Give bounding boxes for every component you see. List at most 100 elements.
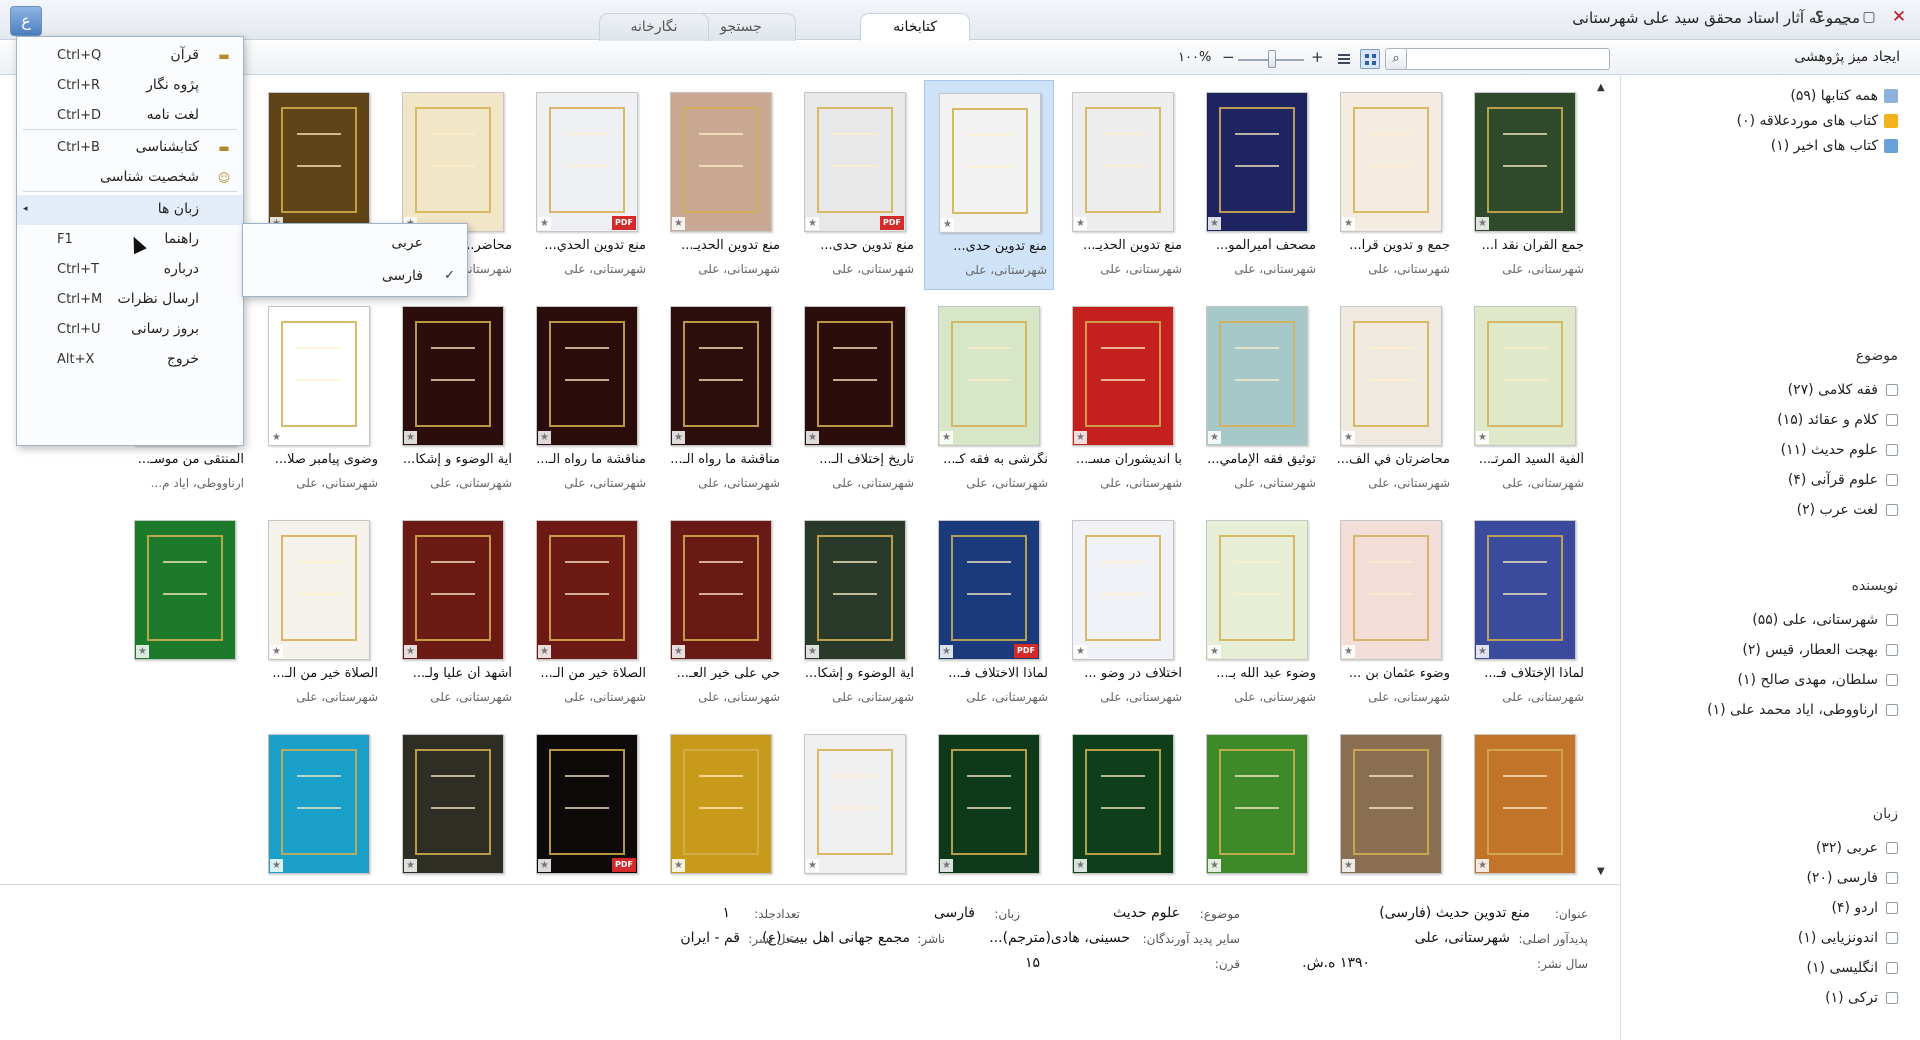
book-cover[interactable]: ★ [268, 306, 370, 446]
checkbox[interactable] [1886, 614, 1898, 626]
favorite-star-icon[interactable]: ★ [404, 431, 417, 444]
book-cover[interactable]: ★ [536, 306, 638, 446]
maximize-button[interactable]: ▢ [1858, 6, 1880, 28]
book-item[interactable]: ★ تاريخ إختلاف الـ... شهرستانی، علی [790, 294, 920, 504]
book-cover[interactable]: ★ [938, 734, 1040, 874]
book-cover[interactable]: ★ [268, 734, 370, 874]
favorite-star-icon[interactable]: ★ [941, 218, 954, 231]
checkbox[interactable] [1886, 444, 1898, 456]
book-cover[interactable]: ★ [1072, 734, 1174, 874]
favorite-star-icon[interactable]: ★ [806, 645, 819, 658]
filter-option[interactable]: اندونزیایی (۱) [1798, 930, 1898, 946]
close-button[interactable]: ✕ [1888, 6, 1910, 28]
book-item[interactable]: ★ PDF منع تدوين الحدي... شهرستانی، علی [522, 80, 652, 290]
checkbox[interactable] [1886, 902, 1898, 914]
menu-item[interactable]: ☺ شخصیت شناسی [17, 163, 243, 193]
book-item[interactable]: ★ نگرشی به فقه کـ... شهرستانی، علی [924, 294, 1054, 504]
menu-item[interactable]: ▬ قرآن Ctrl+Q [17, 41, 243, 71]
book-item[interactable]: ★ [254, 722, 384, 880]
filter-option[interactable]: عربی (۳۲) [1816, 840, 1898, 856]
book-item[interactable]: ★ با اندیشوران مسـ... شهرستانی، علی [1058, 294, 1188, 504]
filter-option[interactable]: علوم حدیث (۱۱) [1781, 442, 1898, 458]
filter-option[interactable]: اردو (۴) [1831, 900, 1898, 916]
list-view-button[interactable] [1334, 49, 1354, 69]
favorite-star-icon[interactable]: ★ [806, 431, 819, 444]
book-item[interactable]: ★ PDF لماذا الاختلاف فـ... شهرستانی، علی [924, 508, 1054, 718]
new-research-desk-button[interactable]: ایجاد میز پژوهشی [1794, 49, 1900, 65]
zoom-out-button[interactable]: − [1222, 48, 1235, 66]
language-option-arabic[interactable]: عربی [243, 229, 467, 259]
book-item[interactable]: ★ [790, 722, 920, 880]
book-cover[interactable]: ★ [670, 520, 772, 660]
favorite-star-icon[interactable]: ★ [404, 645, 417, 658]
favorite-star-icon[interactable]: ★ [1342, 217, 1355, 230]
scroll-up-arrow-icon[interactable]: ▲ [1597, 82, 1605, 93]
search-icon[interactable]: ⌕ [1385, 48, 1407, 70]
book-cover[interactable]: ★ [1474, 734, 1576, 874]
book-cover[interactable]: ★ [1206, 520, 1308, 660]
language-option-persian[interactable]: ✓ فارسی [243, 262, 467, 292]
book-item[interactable]: ★ مناقشة ما رواه الـ... شهرستانی، علی [656, 294, 786, 504]
book-cover[interactable]: ★ [670, 92, 772, 232]
book-cover[interactable]: ★ [1474, 520, 1576, 660]
favorite-star-icon[interactable]: ★ [270, 859, 283, 872]
favorite-star-icon[interactable]: ★ [538, 431, 551, 444]
filter-option[interactable]: کلام و عقائد (۱۵) [1777, 412, 1898, 428]
checkbox[interactable] [1886, 504, 1898, 516]
checkbox[interactable] [1886, 704, 1898, 716]
book-item[interactable]: ★ جمع و تدوین قرآ... شهرستانی، علی [1326, 80, 1456, 290]
favorite-star-icon[interactable]: ★ [1476, 431, 1489, 444]
favorite-star-icon[interactable]: ★ [1074, 217, 1087, 230]
favorite-star-icon[interactable]: ★ [270, 645, 283, 658]
book-item[interactable]: ★ [1460, 722, 1590, 880]
favorite-star-icon[interactable]: ★ [538, 217, 551, 230]
checkbox[interactable] [1886, 932, 1898, 944]
checkbox[interactable] [1886, 992, 1898, 1004]
book-item[interactable]: ★ مناقشة ما رواه الـ... شهرستانی، علی [522, 294, 652, 504]
book-item[interactable]: ★ آية الوضوء و إشكا... شهرستانی، علی [388, 294, 518, 504]
favorite-star-icon[interactable]: ★ [1342, 645, 1355, 658]
favorite-star-icon[interactable]: ★ [1208, 645, 1221, 658]
book-item[interactable]: ★ منع تدوین الحدیـ... شهرستانی، علی [1058, 80, 1188, 290]
book-item[interactable]: ★ اختلاف در وضو ... شهرستانی، علی [1058, 508, 1188, 718]
filter-option[interactable]: فقه کلامی (۲۷) [1788, 382, 1898, 398]
book-cover[interactable]: ★ [670, 306, 772, 446]
book-cover[interactable]: ★ [1072, 306, 1174, 446]
book-item[interactable]: ★ [388, 722, 518, 880]
favorite-star-icon[interactable]: ★ [672, 217, 685, 230]
zoom-in-button[interactable]: + [1311, 48, 1324, 66]
favorite-star-icon[interactable]: ★ [1074, 431, 1087, 444]
book-cover[interactable]: ★ [939, 93, 1041, 233]
book-item[interactable]: ★ مصحف أميرالمو... شهرستانی، علی [1192, 80, 1322, 290]
menu-item[interactable]: ▬ کتابشناسی Ctrl+B [17, 133, 243, 163]
book-cover[interactable]: ★ PDF [938, 520, 1040, 660]
checkbox[interactable] [1886, 644, 1898, 656]
grid-view-button[interactable] [1360, 49, 1380, 69]
book-cover[interactable]: ★ [1072, 92, 1174, 232]
book-item[interactable]: ★ لماذا الإختلاف فـ... شهرستانی، علی [1460, 508, 1590, 718]
book-cover[interactable]: ★ PDF [536, 92, 638, 232]
recent-books-item[interactable]: کتاب های اخیر (۱) [1771, 138, 1898, 154]
book-cover[interactable]: ★ [804, 520, 906, 660]
book-item[interactable]: ★ وضوی پیامبر صلا... شهرستانی، علی [254, 294, 384, 504]
book-item[interactable]: ★ أشهد أن عليا ولـ... شهرستانی، علی [388, 508, 518, 718]
book-cover[interactable]: ★ [1206, 306, 1308, 446]
favorite-star-icon[interactable]: ★ [940, 859, 953, 872]
favorite-star-icon[interactable]: ★ [1074, 859, 1087, 872]
menu-item[interactable]: درباره Ctrl+T [17, 255, 243, 285]
favorite-star-icon[interactable]: ★ [1208, 859, 1221, 872]
scroll-down-arrow-icon[interactable]: ▼ [1597, 866, 1605, 877]
favorite-star-icon[interactable]: ★ [404, 859, 417, 872]
menu-item[interactable]: بروز رسانی Ctrl+U [17, 315, 243, 345]
book-cover[interactable]: ★ [804, 734, 906, 874]
favorite-star-icon[interactable]: ★ [538, 859, 551, 872]
filter-option[interactable]: انگلیسی (۱) [1807, 960, 1898, 976]
favorite-star-icon[interactable]: ★ [270, 431, 283, 444]
help-button[interactable]: ؟ [1808, 6, 1830, 28]
tab-library[interactable]: کتابخانه [860, 13, 970, 42]
checkbox[interactable] [1886, 962, 1898, 974]
book-item[interactable]: ★ [656, 722, 786, 880]
book-cover[interactable]: ★ [670, 734, 772, 874]
book-cover[interactable]: ★ [1206, 92, 1308, 232]
filter-option[interactable]: شهرستانی، علی (۵۵) [1752, 612, 1898, 628]
